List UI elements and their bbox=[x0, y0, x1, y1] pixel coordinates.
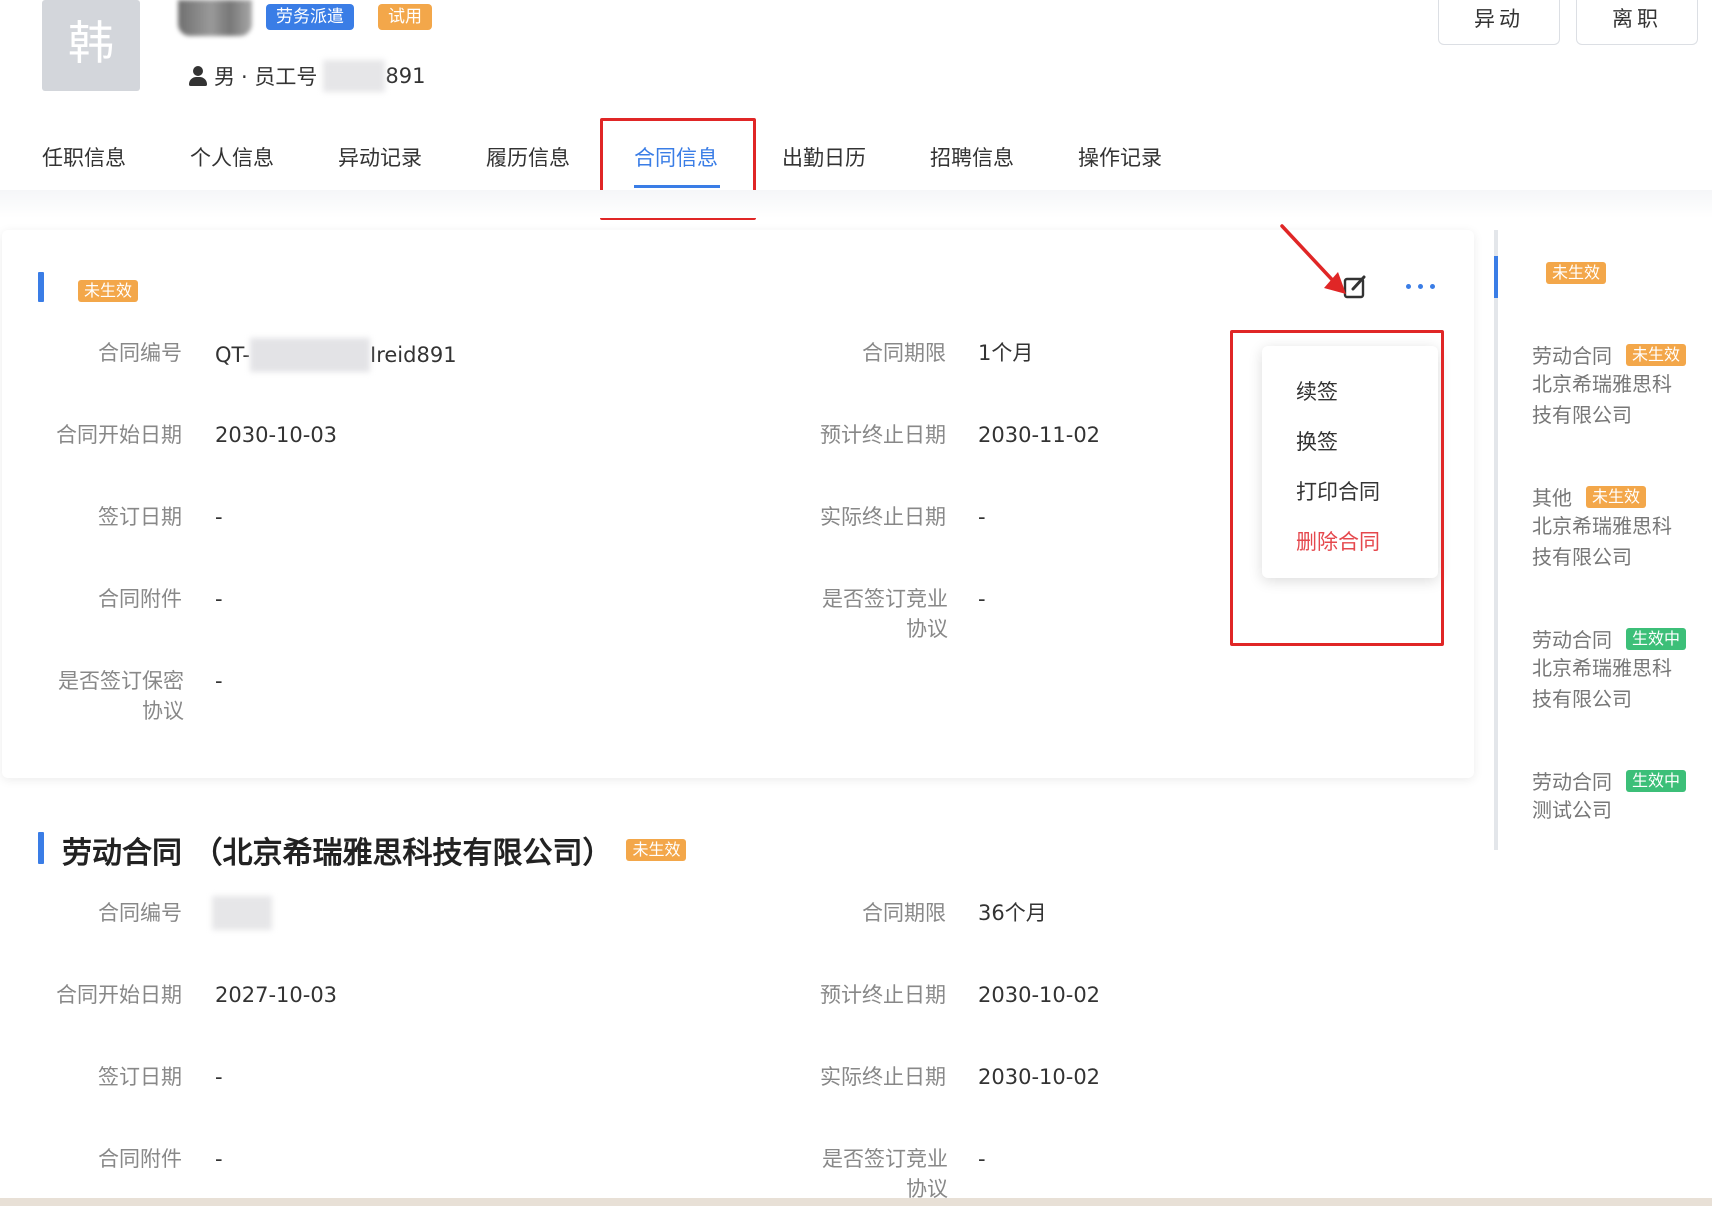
attachment-value: - bbox=[215, 587, 223, 611]
attachment-label: 合同附件 bbox=[98, 587, 182, 611]
timeline-status: 未生效 bbox=[1626, 343, 1687, 366]
contract-status-badge: 未生效 bbox=[626, 839, 687, 861]
confidential-label-line2: 协议 bbox=[142, 699, 184, 723]
contract-no-redacted bbox=[250, 338, 371, 372]
actual-end-label: 实际终止日期 bbox=[820, 505, 946, 529]
employee-no-label: · 员工号 bbox=[241, 65, 318, 89]
contract-no-label: 合同编号 bbox=[98, 901, 182, 925]
employment-type-tag: 劳务派遣 bbox=[266, 4, 354, 30]
term-label: 合同期限 bbox=[862, 341, 946, 365]
noncompete-label-line1: 是否签订竞业 bbox=[822, 587, 948, 611]
timeline-status: 生效中 bbox=[1626, 769, 1687, 792]
window-bottom-edge bbox=[0, 1198, 1712, 1206]
noncompete-label: 是否签订竞业 协议 bbox=[780, 1144, 948, 1204]
person-icon bbox=[188, 65, 208, 87]
attachment-label: 合同附件 bbox=[98, 1147, 182, 1171]
term-value: 36个月 bbox=[978, 901, 1047, 925]
actual-end-value: 2030-10-02 bbox=[978, 1065, 1101, 1089]
contract-no-suffix: Ireid891 bbox=[370, 343, 457, 367]
tab-recruitment-info[interactable]: 招聘信息 bbox=[930, 142, 1014, 172]
timeline-item[interactable]: 劳动合同 生效中 测试公司 bbox=[1532, 766, 1712, 826]
actual-end-value: - bbox=[978, 505, 986, 529]
noncompete-label-line1: 是否签订竞业 bbox=[822, 1147, 948, 1171]
sign-date-label: 签订日期 bbox=[98, 1065, 182, 1089]
timeline-active-marker bbox=[1494, 256, 1498, 298]
expected-end-label: 预计终止日期 bbox=[820, 983, 946, 1007]
expected-end-label: 预计终止日期 bbox=[820, 423, 946, 447]
tab-personal-info[interactable]: 个人信息 bbox=[190, 142, 274, 172]
employee-avatar: 韩 bbox=[42, 0, 140, 91]
resign-button[interactable]: 离职 bbox=[1576, 0, 1698, 45]
employee-meta: 男 · 员工号 891 bbox=[188, 60, 425, 92]
confidential-label-line1: 是否签订保密 bbox=[58, 669, 184, 693]
noncompete-value: - bbox=[978, 1147, 986, 1171]
timeline-type: 劳动合同 bbox=[1532, 344, 1612, 368]
start-date-value: 2027-10-03 bbox=[215, 983, 338, 1007]
contract-status-badge: 未生效 bbox=[78, 280, 139, 302]
noncompete-label: 是否签订竞业 协议 bbox=[780, 584, 948, 644]
expected-end-value: 2030-10-02 bbox=[978, 983, 1101, 1007]
timeline-company: 北京希瑞雅思科 技有限公司 bbox=[1532, 372, 1672, 427]
attachment-value: - bbox=[215, 1147, 223, 1171]
confidential-value: - bbox=[215, 669, 223, 693]
start-date-label: 合同开始日期 bbox=[56, 423, 182, 447]
start-date-value: 2030-10-03 bbox=[215, 423, 338, 447]
employee-gender: 男 bbox=[214, 65, 235, 89]
timeline-status: 未生效 bbox=[1586, 485, 1647, 508]
timeline-item[interactable]: 劳动合同 未生效 北京希瑞雅思科 技有限公司 bbox=[1532, 340, 1712, 431]
actual-end-label: 实际终止日期 bbox=[820, 1065, 946, 1089]
timeline-type: 其他 bbox=[1532, 486, 1572, 510]
sign-date-value: - bbox=[215, 1065, 223, 1089]
timeline-company: 北京希瑞雅思科 技有限公司 bbox=[1532, 514, 1672, 569]
tab-employment-info[interactable]: 任职信息 bbox=[42, 142, 126, 172]
timeline-company: 北京希瑞雅思科 技有限公司 bbox=[1532, 656, 1672, 711]
contract-title-text: 劳动合同 （北京希瑞雅思科技有限公司） bbox=[62, 836, 613, 871]
employee-no-suffix: 891 bbox=[385, 64, 426, 88]
tab-bar: 任职信息 个人信息 异动记录 履历信息 合同信息 出勤日历 招聘信息 操作记录 bbox=[0, 128, 1712, 191]
timeline-item[interactable]: 其他 未生效 北京希瑞雅思科 技有限公司 bbox=[1532, 482, 1712, 573]
timeline-type: 劳动合同 bbox=[1532, 770, 1612, 794]
tab-attendance-calendar[interactable]: 出勤日历 bbox=[782, 142, 866, 172]
start-date-label: 合同开始日期 bbox=[56, 983, 182, 1007]
contract-title: 劳动合同 （北京希瑞雅思科技有限公司） 未生效 bbox=[62, 828, 687, 872]
section-marker bbox=[38, 272, 44, 302]
timeline-type: 劳动合同 bbox=[1532, 628, 1612, 652]
probation-tag: 试用 bbox=[378, 4, 432, 30]
noncompete-value: - bbox=[978, 587, 986, 611]
sign-date-value: - bbox=[215, 505, 223, 529]
term-label: 合同期限 bbox=[862, 901, 946, 925]
sign-date-label: 签订日期 bbox=[98, 505, 182, 529]
contract-no-redacted bbox=[212, 896, 272, 930]
timeline-track bbox=[1494, 230, 1498, 850]
tab-resume-info[interactable]: 履历信息 bbox=[486, 142, 570, 172]
timeline-item[interactable]: 劳动合同 生效中 北京希瑞雅思科 技有限公司 bbox=[1532, 624, 1712, 715]
section-marker bbox=[38, 832, 44, 864]
timeline-top-status: 未生效 bbox=[1546, 262, 1607, 284]
transfer-button[interactable]: 异动 bbox=[1438, 0, 1560, 45]
more-icon[interactable] bbox=[1404, 276, 1438, 296]
employee-name-redacted bbox=[178, 0, 252, 36]
tab-operation-log[interactable]: 操作记录 bbox=[1078, 142, 1162, 172]
timeline-status: 生效中 bbox=[1626, 627, 1687, 650]
annotation-arrow bbox=[1280, 224, 1346, 294]
timeline-company: 测试公司 bbox=[1532, 798, 1612, 822]
tabs-shadow bbox=[0, 190, 1712, 218]
contract-no-prefix: QT- bbox=[215, 343, 251, 367]
tab-transfer-records[interactable]: 异动记录 bbox=[338, 142, 422, 172]
contract-no-value: QT- Ireid891 bbox=[215, 338, 457, 372]
term-value: 1个月 bbox=[978, 341, 1034, 365]
expected-end-value: 2030-11-02 bbox=[978, 423, 1101, 447]
contract-no-label: 合同编号 bbox=[98, 341, 182, 365]
highlight-box-menu bbox=[1230, 330, 1444, 646]
confidential-label: 是否签订保密 协议 bbox=[40, 666, 184, 726]
employee-no-redacted bbox=[323, 60, 386, 92]
noncompete-label-line2: 协议 bbox=[906, 617, 948, 641]
